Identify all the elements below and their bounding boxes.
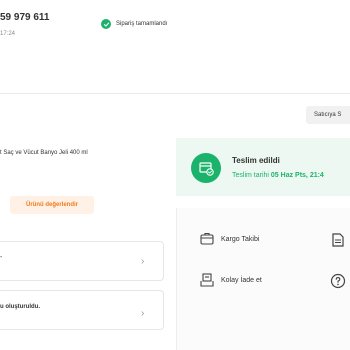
delivery-date-prefix: Teslim tarihi xyxy=(232,172,269,179)
document-icon[interactable] xyxy=(330,232,346,248)
info-card[interactable] xyxy=(0,290,164,330)
order-status: Sipariş tamamlandı xyxy=(101,19,167,29)
return-box-icon xyxy=(199,272,215,288)
product-name[interactable]: t Saç ve Vücut Banyo Jeli 400 ml xyxy=(0,150,88,156)
order-number: 59 979 611 xyxy=(0,12,50,23)
contact-seller-button[interactable]: Satıcıya S xyxy=(306,106,350,124)
order-time: 17:24 xyxy=(0,31,16,37)
package-icon xyxy=(199,231,215,247)
chevron-right-icon: › xyxy=(141,308,145,319)
chevron-right-icon: › xyxy=(141,256,145,267)
check-circle-icon xyxy=(101,19,111,29)
order-status-label: Sipariş tamamlandı xyxy=(116,21,168,27)
card-text: - xyxy=(0,254,3,261)
delivery-title: Teslim edildi xyxy=(232,156,280,165)
action-easy-return[interactable]: Kolay İade et xyxy=(199,272,262,288)
delivery-date-value: 05 Haz Pts, 21:4 xyxy=(270,172,324,179)
action-cargo-tracking[interactable]: Kargo Takibi xyxy=(199,231,259,247)
action-label: Kargo Takibi xyxy=(221,235,260,243)
section-divider xyxy=(0,93,350,94)
delivered-package-icon xyxy=(191,153,221,183)
info-card[interactable] xyxy=(0,241,164,281)
action-label: Kolay İade et xyxy=(221,276,262,284)
help-icon[interactable] xyxy=(330,273,346,289)
rate-product-button[interactable]: Ürünü değerlendir xyxy=(10,196,94,214)
card-text: u oluşturuldu. xyxy=(0,304,40,310)
delivery-date: Teslim tarihi 05 Haz Pts, 21:4 xyxy=(232,172,324,179)
